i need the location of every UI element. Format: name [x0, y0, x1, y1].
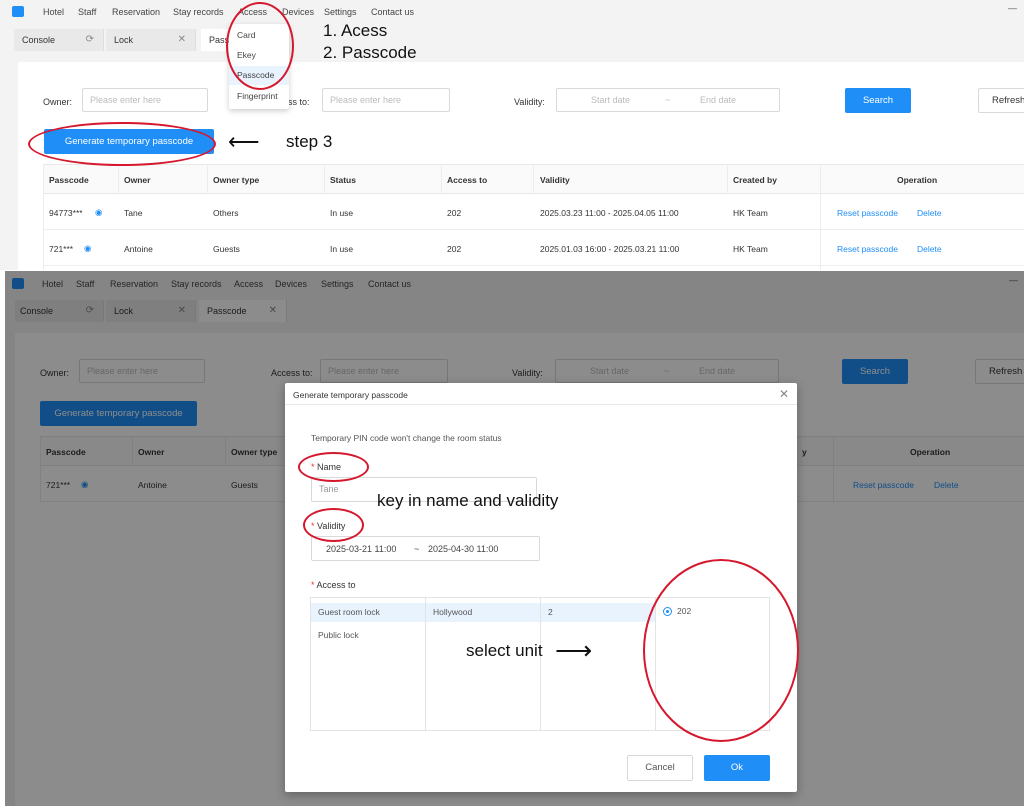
- column-divider: [207, 164, 208, 194]
- validity-label: Validity:: [514, 97, 545, 107]
- row1-access-to: 202: [447, 208, 462, 218]
- eye-icon[interactable]: ◉: [95, 207, 102, 218]
- annotation-key-in: key in name and validity: [377, 491, 559, 510]
- validity-range-input[interactable]: Start date ~ End date: [556, 88, 780, 112]
- close-icon[interactable]: ✕: [779, 387, 789, 401]
- end-date-placeholder: End date: [700, 95, 737, 105]
- building-hollywood[interactable]: Hollywood: [426, 603, 540, 622]
- column-divider: [118, 164, 119, 194]
- row2-created-by: HK Team: [733, 244, 768, 254]
- lock-type-public[interactable]: Public lock: [311, 626, 425, 645]
- row1-owner-type: Others: [213, 208, 239, 218]
- menu-bar: Hotel Staff Reservation Stay records Acc…: [0, 0, 1024, 24]
- cancel-button[interactable]: Cancel: [627, 755, 693, 781]
- column-divider: [324, 164, 325, 194]
- row2-access-to: 202: [447, 244, 462, 254]
- row2-passcode: 721***: [49, 244, 74, 254]
- row1-validity: 2025.03.23 11:00 - 2025.04.05 11:00: [540, 208, 679, 218]
- annotation-circle-name: [298, 452, 369, 482]
- row1-passcode: 94773***: [49, 208, 83, 218]
- tab-bar: Console ⟳ Lock ✕ Passc: [0, 29, 1024, 53]
- validity-end-value: 2025-04-30 11:00: [428, 544, 499, 554]
- refresh-icon[interactable]: ⟳: [86, 34, 94, 45]
- ok-button[interactable]: Ok: [704, 755, 770, 781]
- dialog-title: Generate temporary passcode: [293, 390, 408, 400]
- row1-reset-passcode-link[interactable]: Reset passcode: [837, 208, 898, 218]
- tab-lock-label: Lock: [114, 35, 134, 45]
- col-owner: Owner: [124, 175, 151, 185]
- col-owner-type: Owner type: [213, 175, 260, 185]
- range-separator: ~: [665, 95, 671, 105]
- owner-label: Owner:: [43, 97, 73, 107]
- col-passcode: Passcode: [49, 175, 89, 185]
- menu-contact-us[interactable]: Contact us: [371, 7, 414, 17]
- annotation-step2: 2. Passcode: [323, 43, 417, 62]
- column-divider: [441, 164, 442, 194]
- arrow-left-icon: ⟵: [228, 129, 260, 154]
- content-panel: Owner: Please enter here ess to: Please …: [18, 62, 1024, 270]
- tab-console-label: Console: [22, 35, 56, 45]
- row1-status: In use: [330, 208, 354, 218]
- lock-type-guest-room[interactable]: Guest room lock: [311, 603, 425, 622]
- col-created-by: Created by: [733, 175, 777, 185]
- row2-delete-link[interactable]: Delete: [917, 244, 942, 254]
- menu-devices[interactable]: Devices: [282, 7, 314, 17]
- access-to-input[interactable]: Please enter here: [322, 88, 450, 112]
- column-divider: [533, 164, 534, 194]
- annotation-circle-validity: [303, 508, 364, 542]
- menu-settings[interactable]: Settings: [324, 7, 357, 17]
- menu-reservation[interactable]: Reservation: [112, 7, 160, 17]
- col-validity: Validity: [540, 175, 570, 185]
- minimize-icon[interactable]: —: [1008, 3, 1017, 13]
- annotation-circle-unit: [643, 559, 799, 742]
- validity-separator: ~: [414, 544, 420, 554]
- start-date-placeholder: Start date: [591, 95, 631, 105]
- menu-hotel[interactable]: Hotel: [43, 7, 64, 17]
- annotation-circle-access: [226, 2, 294, 90]
- passcode-table: Passcode Owner Owner type Status Access …: [43, 164, 1024, 270]
- col-status: Status: [330, 175, 356, 185]
- lock-type-column: Guest room lock Public lock: [311, 598, 426, 730]
- floor-2[interactable]: 2: [541, 603, 655, 622]
- dialog-header: Generate temporary passcode ✕: [285, 383, 797, 405]
- col-access-to: Access to: [447, 175, 488, 185]
- column-divider: [43, 164, 44, 270]
- tab-console[interactable]: Console ⟳: [14, 29, 104, 51]
- row1-delete-link[interactable]: Delete: [917, 208, 942, 218]
- menu-stay-records[interactable]: Stay records: [173, 7, 224, 17]
- arrow-right-icon: ⟶: [555, 635, 593, 665]
- eye-icon[interactable]: ◉: [84, 243, 91, 254]
- access-to-label-text: Access to: [316, 580, 356, 590]
- close-icon[interactable]: ✕: [178, 34, 186, 45]
- column-divider: [820, 164, 821, 270]
- row2-owner: Antoine: [124, 244, 153, 254]
- row2-status: In use: [330, 244, 354, 254]
- annotation-step3: step 3: [286, 132, 333, 151]
- annotation-circle-generate: [28, 122, 216, 166]
- row2-owner-type: Guests: [213, 244, 240, 254]
- required-mark: *: [311, 580, 315, 590]
- owner-input[interactable]: Please enter here: [82, 88, 208, 112]
- col-operation: Operation: [897, 175, 938, 185]
- validity-start-value: 2025-03-21 11:00: [326, 544, 397, 554]
- menu-staff[interactable]: Staff: [78, 7, 96, 17]
- tab-lock[interactable]: Lock ✕: [106, 29, 196, 51]
- top-screenshot: Hotel Staff Reservation Stay records Acc…: [0, 0, 1024, 270]
- bottom-screenshot: Hotel Staff Reservation Stay records Acc…: [5, 271, 1024, 806]
- row2-validity: 2025.01.03 16:00 - 2025.03.21 11:00: [540, 244, 680, 254]
- search-button[interactable]: Search: [845, 88, 911, 113]
- column-divider: [727, 164, 728, 194]
- access-to-label: * Access to: [311, 580, 356, 590]
- row1-created-by: HK Team: [733, 208, 768, 218]
- app-logo-icon: [12, 6, 24, 17]
- annotation-step1: 1. Acess: [323, 21, 388, 40]
- row1-owner: Tane: [124, 208, 143, 218]
- building-column: Hollywood: [426, 598, 541, 730]
- refresh-button[interactable]: Refresh: [978, 88, 1024, 113]
- row2-reset-passcode-link[interactable]: Reset passcode: [837, 244, 898, 254]
- dialog-hint: Temporary PIN code won't change the room…: [311, 433, 502, 443]
- annotation-select-unit: select unit: [466, 641, 543, 660]
